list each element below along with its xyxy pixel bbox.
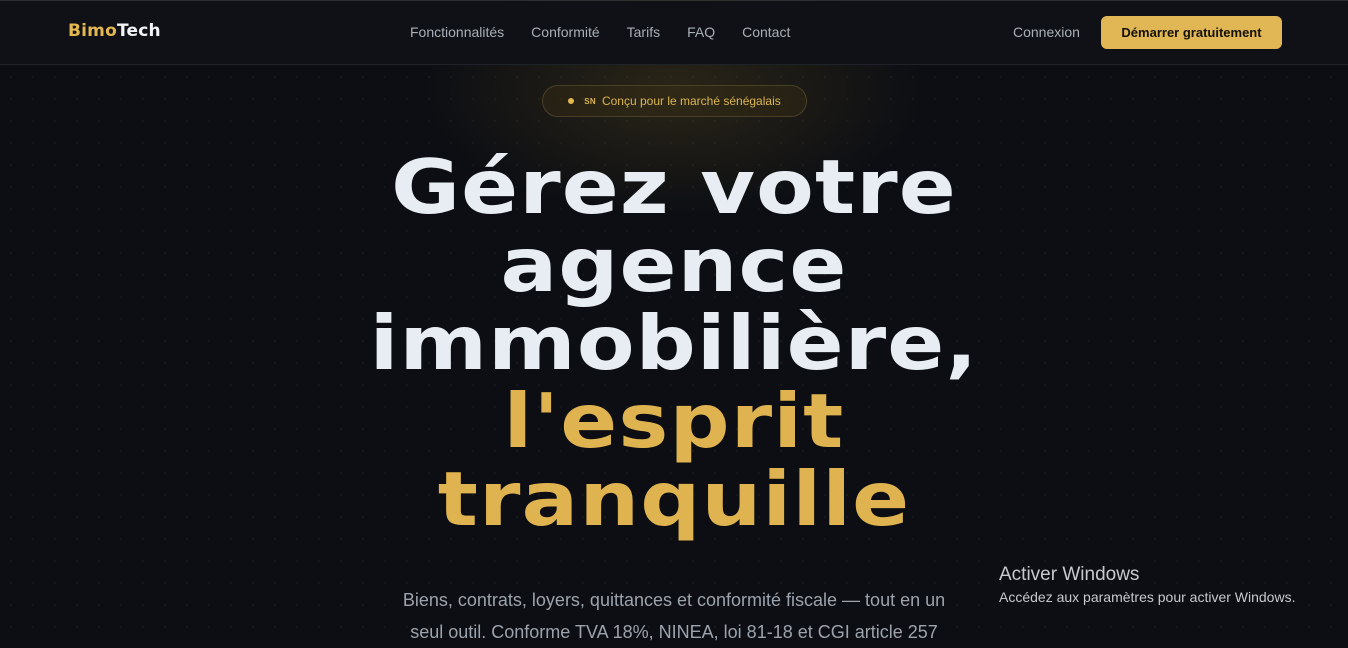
brand-logo-part2: Tech <box>116 21 161 41</box>
badge-dot-icon <box>568 98 575 104</box>
market-badge: SN Conçu pour le marché sénégalais <box>542 85 807 117</box>
nav-link-faq[interactable]: FAQ <box>687 24 715 40</box>
hero-title-line2: agence <box>500 221 848 309</box>
hero-title-line3: immobilière, <box>369 299 979 387</box>
main-nav: Fonctionnalités Conformité Tarifs FAQ Co… <box>410 24 790 40</box>
windows-activation-title: Activer Windows <box>999 564 1140 585</box>
senegal-flag-icon: SN <box>584 96 596 106</box>
hero-title-line5: tranquille <box>437 455 911 543</box>
windows-activation-subtitle: Accédez aux paramètres pour activer Wind… <box>999 589 1296 605</box>
hero-title: Gérez votre agence immobilière, l'esprit… <box>0 148 1348 538</box>
hero-title-line1: Gérez votre <box>391 143 957 231</box>
nav-link-tarifs[interactable]: Tarifs <box>627 24 660 40</box>
brand-logo-part1: Bimo <box>68 21 117 41</box>
start-free-button[interactable]: Démarrer gratuitement <box>1101 16 1282 49</box>
nav-link-fonctionnalites[interactable]: Fonctionnalités <box>410 24 504 40</box>
brand-logo[interactable]: BimoTech <box>68 21 161 41</box>
badge-text: Conçu pour le marché sénégalais <box>601 94 781 108</box>
site-header: BimoTech Fonctionnalités Conformité Tari… <box>0 1 1348 65</box>
login-link[interactable]: Connexion <box>1013 24 1080 40</box>
nav-link-conformite[interactable]: Conformité <box>531 24 599 40</box>
windows-activation-watermark: Activer Windows Accédez aux paramètres p… <box>999 564 1295 605</box>
nav-link-contact[interactable]: Contact <box>742 24 790 40</box>
hero-title-line4: l'esprit <box>503 377 845 465</box>
hero-lead: Biens, contrats, loyers, quittances et c… <box>402 590 946 642</box>
